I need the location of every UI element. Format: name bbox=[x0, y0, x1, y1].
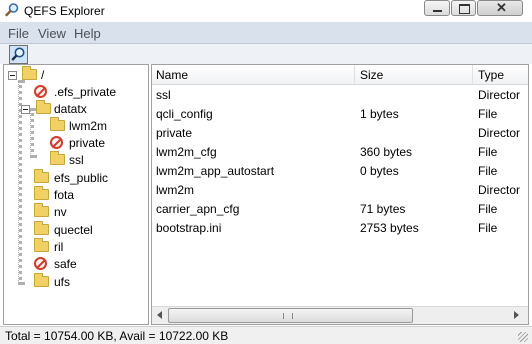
list-header: Name Size Type bbox=[152, 65, 528, 85]
cell-name: private bbox=[156, 126, 193, 140]
title-bar: QEFS Explorer ✕ bbox=[0, 0, 532, 22]
cell-name: ssl bbox=[156, 88, 171, 102]
toolbar bbox=[0, 44, 532, 64]
folder-tree[interactable]: / .efs_private datatx lwm2m private ssl … bbox=[3, 64, 149, 325]
scroll-right-icon[interactable] bbox=[514, 311, 519, 319]
cell-type: File bbox=[478, 202, 498, 216]
resize-grip-icon[interactable] bbox=[518, 332, 528, 342]
folder-icon bbox=[34, 203, 49, 217]
collapse-icon[interactable] bbox=[8, 71, 17, 80]
cell-name: carrier_apn_cfg bbox=[156, 202, 240, 216]
tree-label: ril bbox=[54, 240, 64, 254]
collapse-icon[interactable] bbox=[21, 105, 30, 114]
scroll-left-icon[interactable] bbox=[157, 311, 162, 319]
list-row[interactable]: lwm2m Director bbox=[152, 181, 528, 200]
cell-name: qcli_config bbox=[156, 107, 213, 121]
folder-icon bbox=[34, 273, 49, 287]
column-divider[interactable] bbox=[472, 65, 473, 85]
list-row[interactable]: carrier_apn_cfg 71 bytes File bbox=[152, 200, 528, 219]
window-title: QEFS Explorer bbox=[24, 4, 105, 18]
tree-label: / bbox=[41, 68, 45, 82]
scroll-thumb[interactable] bbox=[168, 308, 413, 323]
file-list[interactable]: Name Size Type ssl Director qcli_config … bbox=[151, 64, 529, 325]
cell-type: File bbox=[478, 145, 498, 159]
list-row[interactable]: lwm2m_app_autostart 0 bytes File bbox=[152, 162, 528, 181]
cell-type: File bbox=[478, 107, 498, 121]
cell-size: 1 bytes bbox=[360, 107, 399, 121]
tree-label: efs_public bbox=[54, 171, 109, 185]
folder-icon bbox=[50, 117, 65, 131]
folder-open-icon bbox=[22, 66, 37, 80]
list-row[interactable]: private Director bbox=[152, 124, 528, 143]
cell-size: 360 bytes bbox=[360, 145, 413, 159]
tree-label: fota bbox=[54, 188, 75, 202]
folder-open-icon bbox=[36, 100, 51, 114]
maximize-button[interactable] bbox=[451, 0, 476, 16]
tree-label: nv bbox=[54, 205, 67, 219]
column-header-type[interactable]: Type bbox=[478, 68, 504, 82]
tree-label: .efs_private bbox=[54, 85, 117, 99]
folder-icon bbox=[34, 221, 49, 235]
no-entry-icon bbox=[50, 136, 63, 149]
list-row[interactable]: qcli_config 1 bytes File bbox=[152, 105, 528, 124]
close-icon: ✕ bbox=[496, 0, 507, 15]
folder-icon bbox=[34, 186, 49, 200]
tree-label: safe bbox=[54, 257, 77, 271]
folder-icon bbox=[34, 238, 49, 252]
status-text: Total = 10754.00 KB, Avail = 10722.00 KB bbox=[5, 329, 229, 343]
cell-name: bootstrap.ini bbox=[156, 221, 222, 235]
tree-connector bbox=[30, 108, 34, 158]
menu-help[interactable]: Help bbox=[74, 26, 101, 41]
tree-label: ufs bbox=[54, 275, 71, 289]
tree-label: datatx bbox=[54, 102, 87, 116]
horizontal-scrollbar[interactable] bbox=[152, 306, 528, 324]
list-row[interactable]: ssl Director bbox=[152, 86, 528, 105]
minimize-button[interactable] bbox=[424, 0, 450, 16]
cell-name: lwm2m_app_autostart bbox=[156, 164, 275, 178]
column-header-name[interactable]: Name bbox=[156, 68, 188, 82]
column-divider[interactable] bbox=[354, 65, 355, 85]
tree-label: private bbox=[69, 136, 106, 150]
cell-name: lwm2m_cfg bbox=[156, 145, 217, 159]
close-button[interactable]: ✕ bbox=[477, 0, 523, 16]
folder-icon bbox=[50, 151, 65, 165]
menu-view[interactable]: View bbox=[38, 26, 66, 41]
no-entry-icon bbox=[34, 85, 47, 98]
cell-type: Director bbox=[478, 88, 521, 102]
tree-label: ssl bbox=[69, 153, 84, 167]
cell-type: File bbox=[478, 164, 498, 178]
cell-size: 2753 bytes bbox=[360, 221, 419, 235]
list-row[interactable]: bootstrap.ini 2753 bytes File bbox=[152, 219, 528, 238]
magnifier-icon bbox=[4, 3, 19, 17]
list-row[interactable]: lwm2m_cfg 360 bytes File bbox=[152, 143, 528, 162]
magnifier-icon bbox=[11, 47, 25, 61]
status-bar: Total = 10754.00 KB, Avail = 10722.00 KB bbox=[0, 326, 532, 344]
menu-bar: File View Help bbox=[0, 22, 532, 44]
tree-label: quectel bbox=[54, 223, 93, 237]
menu-file[interactable]: File bbox=[8, 26, 29, 41]
cell-name: lwm2m bbox=[156, 183, 194, 197]
search-button[interactable] bbox=[9, 45, 28, 64]
no-entry-icon bbox=[34, 257, 47, 270]
column-header-size[interactable]: Size bbox=[360, 68, 383, 82]
cell-type: File bbox=[478, 221, 498, 235]
tree-label: lwm2m bbox=[69, 119, 107, 133]
cell-size: 71 bytes bbox=[360, 202, 406, 216]
folder-icon bbox=[34, 169, 49, 183]
cell-type: Director bbox=[478, 126, 521, 140]
cell-size: 0 bytes bbox=[360, 164, 399, 178]
cell-type: Director bbox=[478, 183, 521, 197]
